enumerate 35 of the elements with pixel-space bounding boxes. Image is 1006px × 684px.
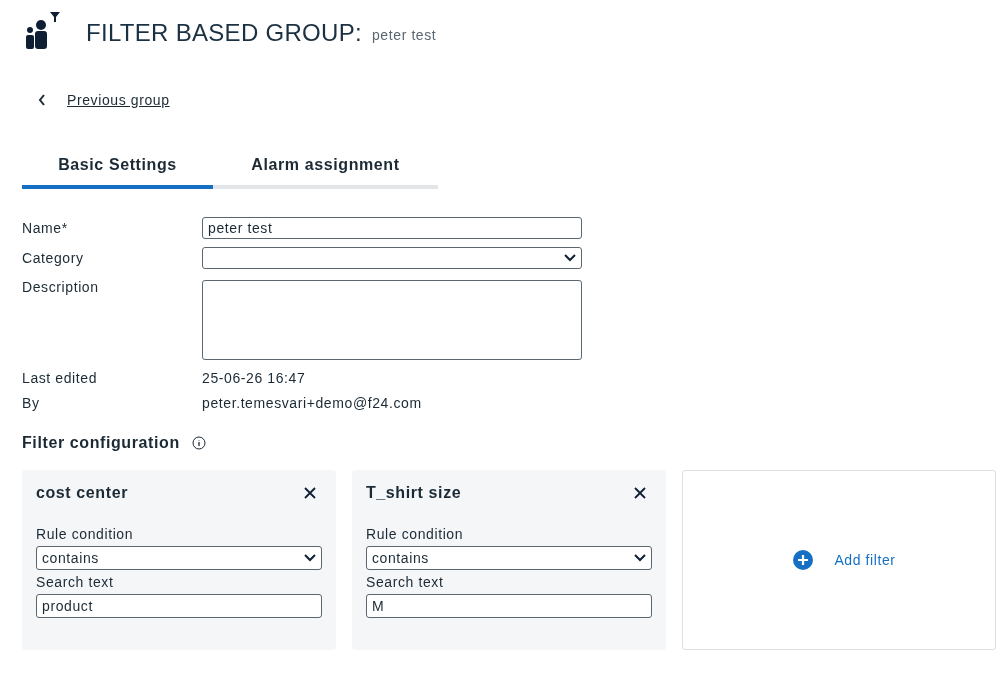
chevron-down-icon (304, 554, 316, 562)
tab[interactable]: Basic Settings (22, 154, 213, 189)
category-dropdown[interactable] (202, 247, 582, 269)
filter-name: T_shirt size (366, 484, 462, 502)
last-edited-value: 25-06-26 16:47 (202, 370, 307, 387)
tab[interactable]: Alarm assignment (213, 154, 438, 189)
field-label: Name* (22, 219, 69, 237)
field-label: Description (22, 278, 100, 296)
rule-condition-dropdown[interactable]: contains (366, 546, 652, 570)
description-textarea[interactable] (202, 280, 582, 360)
name-input[interactable]: peter test (202, 217, 582, 239)
add-filter-button[interactable]: Add filter (782, 549, 896, 571)
previous-group-link[interactable]: Previous group (67, 92, 170, 108)
close-icon[interactable] (634, 487, 646, 499)
field-label: Last edited (22, 370, 99, 387)
field-label: Rule condition (366, 526, 465, 542)
filter-name: cost center (36, 484, 128, 502)
field-label: Rule condition (36, 526, 135, 542)
close-icon[interactable] (304, 487, 316, 499)
section-title: Filter configuration (22, 434, 180, 452)
field-label: Search text (366, 574, 445, 590)
chevron-down-icon (634, 554, 646, 562)
search-text-input[interactable]: M (366, 594, 652, 618)
chevron-left-icon[interactable] (38, 94, 46, 106)
search-text-input[interactable]: product (36, 594, 322, 618)
plus-circle-icon (792, 549, 815, 571)
editor-email: peter.temesvari+demo@f24.com (202, 395, 423, 412)
field-label: Category (22, 249, 85, 267)
info-icon[interactable] (191, 436, 206, 450)
field-label: Search text (36, 574, 115, 590)
rule-condition-dropdown[interactable]: contains (36, 546, 322, 570)
chevron-down-icon (564, 254, 576, 262)
group-name: peter test (372, 27, 437, 43)
page-title: FILTER BASED GROUP: (86, 19, 362, 47)
field-label: By (22, 395, 41, 412)
